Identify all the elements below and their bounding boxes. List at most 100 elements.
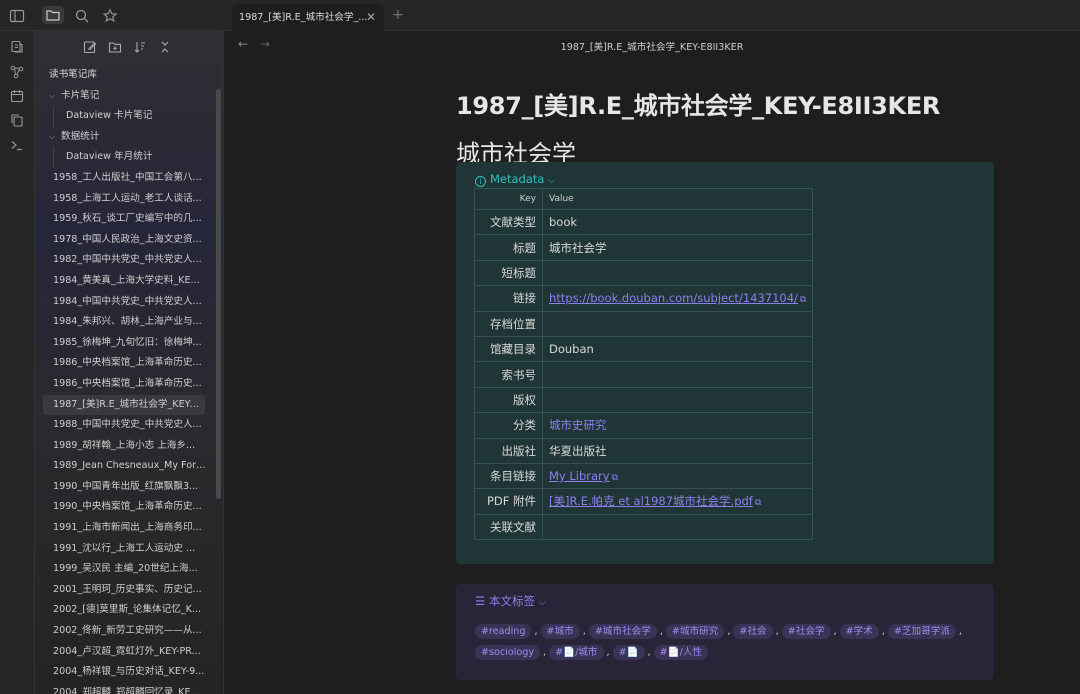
file-item[interactable]: Dataview 年月统计 (53, 147, 215, 168)
file-item[interactable]: 1984_黄美真_上海大学史料_KE... (35, 271, 215, 292)
tab-active-note[interactable]: 1987_[美]R.E_城市社会学_... ✕ (232, 4, 384, 31)
file-item[interactable]: 1989_Jean Chesneaux_My Forty... (35, 456, 215, 477)
file-item[interactable]: 2001_王明珂_历史事实、历史记... (35, 580, 215, 601)
external-link[interactable]: https://book.douban.com/subject/1437104/ (549, 291, 798, 305)
new-tab-icon[interactable]: + (392, 7, 404, 23)
file-item-active[interactable]: 1987_[美]R.E_城市社会学_KEY-E... (43, 394, 205, 416)
note-title: 1987_[美]R.E_城市社会学_KEY-E8II3KER (456, 92, 941, 120)
metadata-callout-title[interactable]: i Metadata ⌵ (475, 172, 555, 187)
back-arrow-icon[interactable]: ← (238, 37, 248, 51)
category-link[interactable]: 城市史研究 (549, 418, 607, 432)
obsidian-window: 读书笔记库 ⌵ 卡片笔记 Dataview 卡片笔记 ⌵ 数据统计 Dataview… (0, 0, 1080, 694)
tag-pill[interactable]: #sociology (475, 645, 541, 660)
calendar-icon[interactable] (10, 89, 24, 103)
external-link[interactable]: My Library (549, 469, 610, 483)
metadata-key: 文献类型 (474, 208, 543, 236)
external-link-icon: ⧉ (754, 498, 762, 509)
file-item[interactable]: 2004_杨祥银_与历史对话_KEY-9... (35, 662, 215, 683)
file-item[interactable]: 1991_上海市新闻出_上海商务印... (35, 518, 215, 539)
info-icon: i (475, 176, 486, 187)
metadata-key: 馆藏目录 (474, 335, 543, 363)
file-item[interactable]: Dataview 卡片笔记 (53, 106, 215, 127)
search-icon[interactable] (74, 8, 90, 24)
file-item[interactable]: 2002_佟新_新劳工史研究——从... (35, 621, 215, 642)
close-icon[interactable]: ✕ (366, 4, 376, 31)
file-item[interactable]: 2004_卢汉超_霓虹灯外_KEY-PR... (35, 642, 215, 663)
file-item[interactable]: 1999_吴汉民 主编_20世纪上海... (35, 559, 215, 580)
tab-bar: 1987_[美]R.E_城市社会学_... ✕ + (224, 0, 1080, 31)
folder-statistics[interactable]: ⌵ 数据统计 (35, 127, 215, 148)
tag-separator: , (833, 626, 837, 637)
graph-view-icon[interactable] (10, 65, 24, 79)
metadata-value: 城市社会学 (541, 234, 814, 261)
tags-callout-title[interactable]: ☰ 本文标签 ⌵ (475, 593, 545, 609)
terminal-icon[interactable] (10, 138, 24, 152)
sidebar-scrollbar[interactable] (216, 89, 221, 499)
file-item[interactable]: 1990_中央档案馆_上海革命历史... (35, 497, 215, 518)
tag-separator: , (775, 626, 779, 637)
tag-pill[interactable]: #reading (475, 624, 532, 639)
tag-pill[interactable]: #📄 (612, 645, 645, 660)
file-item[interactable]: 1978_中国人民政治_上海文史资... (35, 230, 215, 251)
copy-icon[interactable] (10, 113, 24, 127)
file-item[interactable]: 1958_工人出版社_中国工会第八... (35, 168, 215, 189)
file-item[interactable]: 1985_徐梅坤_九旬忆旧：徐梅坤... (35, 333, 215, 354)
open-quick-switcher-icon[interactable] (10, 40, 24, 54)
metadata-value[interactable]: 城市史研究 (541, 412, 814, 439)
file-item[interactable]: 1990_中国青年出版_红旗飘飘3... (35, 477, 215, 498)
new-note-icon[interactable] (83, 39, 99, 55)
table-row: 索书号 (474, 361, 814, 388)
chevron-down-icon: ⌵ (49, 90, 56, 100)
tag-pill[interactable]: #芝加哥学派 (887, 624, 956, 639)
forward-arrow-icon[interactable]: → (260, 37, 270, 51)
table-row: PDF 附件 [美]R.E.帕克 et al1987城市社会学.pdf ⧉ (474, 488, 814, 515)
file-explorer-toolbar (83, 39, 174, 55)
view-title[interactable]: 1987_[美]R.E_城市社会学_KEY-E8II3KER (224, 39, 1080, 53)
file-item[interactable]: 1958_上海工人运动_老工人谈话... (35, 189, 215, 210)
file-item[interactable]: 1986_中央档案馆_上海革命历史... (35, 353, 215, 374)
tag-separator: , (727, 626, 731, 637)
sidebar-toggle-icon[interactable] (9, 8, 25, 24)
file-item[interactable]: 1984_朱邦兴、胡林_上海产业与... (35, 312, 215, 333)
metadata-key: 分类 (474, 412, 543, 439)
value-text: book (549, 215, 578, 230)
table-row: 链接 https://book.douban.com/subject/143710… (474, 285, 814, 312)
file-item[interactable]: 1982_中国中共党史_中共党史人... (35, 250, 215, 271)
metadata-value (541, 513, 814, 541)
file-item[interactable]: 1991_沈以行_上海工人运动史 ... (35, 539, 215, 560)
collapse-all-icon[interactable] (158, 39, 174, 55)
metadata-table: Key Value 文献类型 book 标题 城市社会学 短标题 链接 https://bo… (474, 188, 814, 541)
file-item[interactable]: 1988_中国中共党史_中共党史人... (35, 415, 215, 436)
metadata-value[interactable]: https://book.douban.com/subject/1437104/… (541, 285, 814, 312)
folder-card-notes[interactable]: ⌵ 卡片笔记 (35, 86, 215, 107)
metadata-value (541, 361, 814, 388)
tag-pill[interactable]: #学术 (839, 624, 879, 639)
tag-pill[interactable]: #城市社会学 (588, 624, 657, 639)
tag-pill[interactable]: #城市研究 (665, 624, 725, 639)
vault-root[interactable]: 读书笔记库 (35, 65, 215, 86)
table-row: 版权 (474, 386, 814, 414)
tag-pill[interactable]: #社会学 (781, 624, 831, 639)
external-link[interactable]: [美]R.E.帕克 et al1987城市社会学.pdf (549, 494, 753, 508)
metadata-value[interactable]: My Library ⧉ (541, 462, 814, 490)
file-item[interactable]: 1959_秋石_谈工厂史编写中的几... (35, 209, 215, 230)
file-item[interactable]: 2004_郑超麟_郑超麟回忆录_KE... (35, 683, 215, 694)
tag-pill[interactable]: #📄/人性 (653, 645, 709, 660)
file-item[interactable]: 2002_[德]莫里斯_论集体记忆_K... (35, 600, 215, 621)
metadata-value[interactable]: [美]R.E.帕克 et al1987城市社会学.pdf ⧉ (541, 488, 814, 515)
new-folder-icon[interactable] (108, 39, 124, 55)
sort-icon[interactable] (133, 39, 149, 55)
tag-pill[interactable]: #📄/城市 (549, 645, 604, 660)
file-explorer-icon[interactable] (42, 6, 64, 24)
file-item[interactable]: 1986_中央档案馆_上海革命历史... (35, 374, 215, 395)
tag-separator: , (534, 626, 538, 637)
metadata-key: 关联文献 (474, 513, 543, 541)
file-item[interactable]: 1989_胡祥翰_上海小志 上海乡... (35, 436, 215, 457)
chevron-down-icon: ⌵ (548, 176, 555, 186)
metadata-key: 条目链接 (474, 462, 543, 490)
bookmarks-icon[interactable] (102, 8, 118, 24)
tag-pill[interactable]: #社会 (733, 624, 773, 639)
tag-pill[interactable]: #城市 (540, 624, 580, 639)
file-item[interactable]: 1984_中国中共党史_中共党史人... (35, 292, 215, 313)
column-header-key: Key (474, 188, 543, 210)
